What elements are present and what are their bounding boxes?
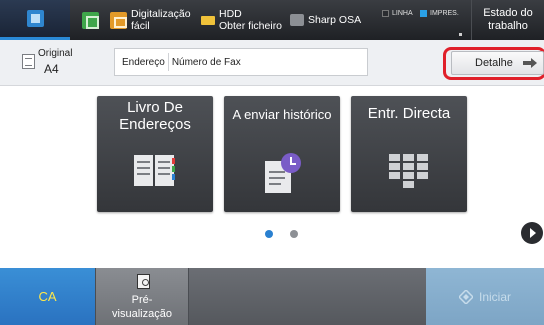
line-indicator-label: LINHA [392, 9, 413, 17]
top-bar: Digitalização fácil HDD Obter ficheiro S… [0, 0, 544, 40]
fax-easy-screen: Digitalização fácil HDD Obter ficheiro S… [0, 0, 544, 325]
fax-number-placeholder: Número de Fax [171, 56, 241, 68]
address-label: Endereço [122, 56, 165, 68]
ca-button[interactable]: CA [0, 268, 95, 325]
easy-scan-button[interactable]: Digitalização fácil [110, 0, 194, 40]
send-history-tile[interactable]: A enviar histórico [224, 96, 340, 212]
original-size-value[interactable]: A4 [44, 62, 59, 76]
address-book-tile[interactable]: Livro De Endereços [97, 96, 213, 212]
home-icon [26, 10, 44, 27]
keypad-icon [389, 154, 428, 188]
page-indicator-dot-active[interactable] [265, 230, 273, 238]
sharp-osa-button[interactable]: Sharp OSA [290, 0, 382, 40]
scanner-icon [110, 11, 127, 29]
preview-label: Pré- visualização [112, 294, 172, 320]
detail-button[interactable]: Detalhe [451, 51, 544, 75]
folder-icon [201, 15, 215, 25]
address-book-label: Livro De Endereços [119, 99, 191, 133]
page-indicator-dot[interactable] [290, 230, 298, 238]
sharp-osa-label: Sharp OSA [308, 14, 362, 26]
ca-label: CA [38, 289, 57, 304]
easy-scan-label: Digitalização fácil [131, 8, 191, 32]
application-icon [290, 14, 304, 26]
print-status-icon [420, 9, 427, 17]
arrow-right-icon [523, 58, 537, 68]
detail-label: Detalhe [475, 57, 513, 69]
history-icon [265, 153, 301, 193]
direct-entry-tile[interactable]: Entr. Directa [351, 96, 467, 212]
send-history-label: A enviar histórico [232, 107, 332, 122]
address-field[interactable]: Endereço Número de Fax [114, 48, 368, 76]
print-indicator-label: IMPRES. [430, 9, 459, 17]
bottom-bar: CA Pré- visualização Iniciar [0, 268, 544, 325]
job-status-button[interactable]: Estado do trabalho [471, 0, 544, 40]
line-status-icon [382, 9, 389, 17]
copy-icon [81, 11, 99, 29]
copy-shortcut-button[interactable] [76, 0, 104, 40]
job-status-label: Estado do trabalho [483, 7, 533, 32]
print-indicator: IMPRES. [420, 7, 459, 19]
home-button[interactable] [0, 0, 70, 40]
hdd-retrieve-button[interactable]: HDD Obter ficheiro [201, 0, 287, 40]
start-diamond-icon [458, 289, 473, 304]
preview-button[interactable]: Pré- visualização [95, 268, 189, 325]
line-indicator: LINHA [382, 7, 413, 19]
start-label: Iniciar [478, 289, 511, 304]
address-divider [167, 53, 169, 71]
original-label[interactable]: Original [38, 48, 72, 59]
magnifier-document-icon [137, 274, 150, 289]
start-button[interactable]: Iniciar [426, 268, 544, 325]
document-icon [22, 54, 35, 69]
status-dot-icon [459, 33, 462, 36]
address-book-icon [134, 155, 175, 186]
direct-entry-label: Entr. Directa [367, 105, 451, 122]
next-page-arrow-icon[interactable] [521, 222, 543, 244]
hdd-label: HDD Obter ficheiro [219, 8, 283, 32]
